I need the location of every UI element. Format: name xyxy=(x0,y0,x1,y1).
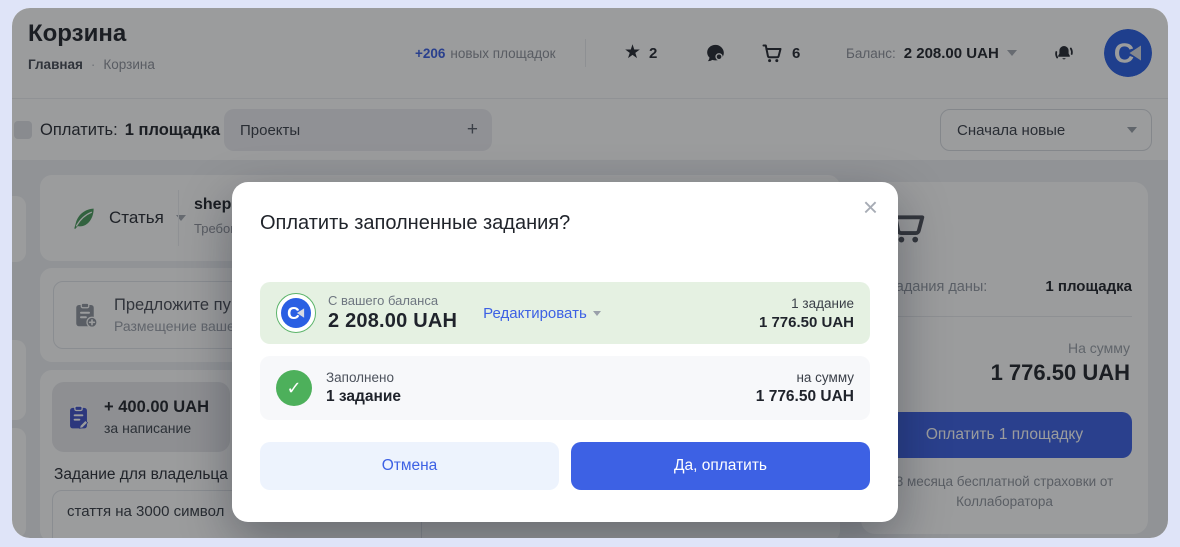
amount-value: 1 776.50 UAH xyxy=(756,388,854,406)
balance-source-panel: С вашего баланса 2 208.00 UAH Редактиров… xyxy=(260,282,870,344)
cancel-button[interactable]: Отмена xyxy=(260,442,559,490)
modal-balance-value: 2 208.00 UAH xyxy=(328,310,457,333)
check-glyph: ✓ xyxy=(286,378,301,399)
app-window: Корзина Главная · Корзина +206 новых пло… xyxy=(12,8,1168,538)
pay-confirmation-modal: × Оплатить заполненные задания? С вашего… xyxy=(232,182,898,522)
chevron-down-icon xyxy=(593,311,601,316)
tasks-count: 1 задание xyxy=(759,296,854,311)
edit-link-label: Редактировать xyxy=(483,305,587,322)
filled-amount-block: на сумму 1 776.50 UAH xyxy=(756,370,854,406)
tasks-amount-block: 1 задание 1 776.50 UAH xyxy=(759,296,854,331)
collaborator-balance-icon xyxy=(276,293,316,333)
confirm-pay-button[interactable]: Да, оплатить xyxy=(571,442,870,490)
modal-actions: Отмена Да, оплатить xyxy=(260,442,870,490)
balance-caption: С вашего баланса xyxy=(328,293,457,308)
filled-value: 1 задание xyxy=(326,388,401,406)
tasks-amount: 1 776.50 UAH xyxy=(759,314,854,331)
edit-balance-dropdown[interactable]: Редактировать xyxy=(483,305,601,322)
filled-caption: Заполнено xyxy=(326,370,401,385)
modal-title: Оплатить заполненные задания? xyxy=(260,212,570,235)
check-circle-icon: ✓ xyxy=(276,370,312,406)
close-icon[interactable]: × xyxy=(859,190,882,224)
amount-caption: на сумму xyxy=(756,370,854,385)
filled-tasks-panel: ✓ Заполнено 1 задание на сумму 1 776.50 … xyxy=(260,356,870,420)
